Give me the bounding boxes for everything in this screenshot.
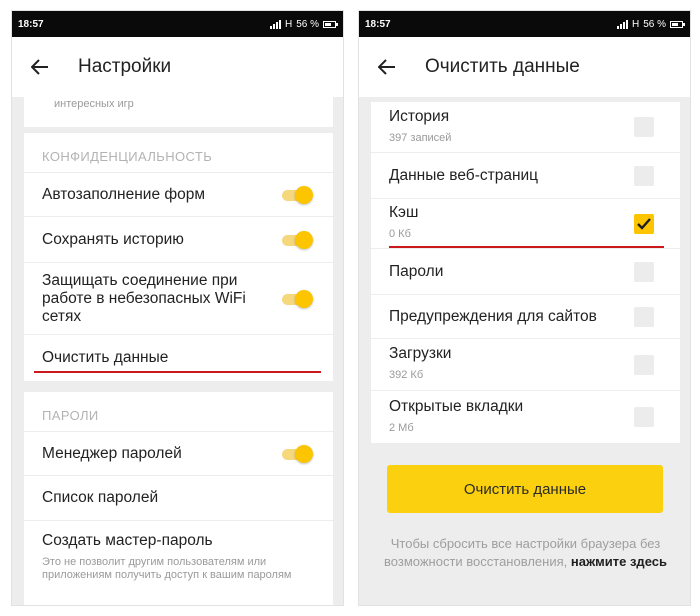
password-manager-label: Менеджер паролей <box>42 444 182 462</box>
downloads-row[interactable]: Загрузки 392 Кб <box>371 338 680 390</box>
privacy-section-header: КОНФИДЕНЦИАЛЬНОСТЬ <box>42 149 213 164</box>
open-tabs-size: 2 Мб <box>389 421 414 434</box>
autofill-label: Автозаполнение форм <box>42 185 206 203</box>
arrow-back-icon[interactable] <box>30 57 50 77</box>
cache-size: 0 Кб <box>389 228 411 240</box>
app-bar: Очистить данные <box>359 37 690 97</box>
signal-icon <box>269 19 281 29</box>
save-history-toggle[interactable] <box>281 230 313 249</box>
password-manager-toggle[interactable] <box>281 444 313 463</box>
save-history-row[interactable]: Сохранять историю <box>24 216 333 262</box>
network-type: H <box>631 18 640 30</box>
save-history-label: Сохранять историю <box>42 230 184 248</box>
open-tabs-row[interactable]: Открытые вкладки 2 Мб <box>371 390 680 443</box>
history-count: 397 записей <box>389 131 452 144</box>
passwords-card: ПАРОЛИ Менеджер паролей Список паролей С… <box>24 392 333 605</box>
site-warnings-checkbox[interactable] <box>634 306 654 327</box>
status-bar: 18:57 H 56 % <box>359 11 690 37</box>
downloads-size: 392 Кб <box>389 369 424 381</box>
web-data-label: Данные веб-страниц <box>389 166 539 184</box>
protect-wifi-row[interactable]: Защищать соединение при работе в небезоп… <box>24 262 333 334</box>
master-password-label: Создать мастер-пароль <box>42 532 213 549</box>
reset-settings-note: Чтобы сбросить все настройки браузера бе… <box>359 535 690 571</box>
site-warnings-label: Предупреждения для сайтов <box>389 307 597 325</box>
signal-icon <box>616 19 628 29</box>
master-password-note: Это не позволит другим пользователям или… <box>42 556 292 581</box>
clear-data-screen: 18:57 H 56 % Очистить данные История 397 … <box>358 10 691 606</box>
status-bar: 18:57 H 56 % <box>12 11 343 37</box>
status-time: 18:57 <box>365 18 391 30</box>
privacy-card: КОНФИДЕНЦИАЛЬНОСТЬ Автозаполнение форм С… <box>24 133 333 381</box>
downloads-checkbox[interactable] <box>634 354 654 375</box>
app-bar: Настройки <box>12 37 343 97</box>
history-checkbox[interactable] <box>634 117 654 137</box>
web-data-row[interactable]: Данные веб-страниц <box>371 152 680 198</box>
protect-wifi-label: Защищать соединение при работе в небезоп… <box>42 271 246 325</box>
passwords-checkbox[interactable] <box>634 261 654 282</box>
password-manager-row[interactable]: Менеджер паролей <box>24 431 333 475</box>
previous-section-fragment: интересных игр <box>54 98 134 110</box>
open-tabs-label: Открытые вкладки <box>389 397 524 415</box>
clear-data-button[interactable]: Очистить данные <box>387 465 663 513</box>
reset-settings-link[interactable]: нажмите здесь <box>571 554 667 569</box>
clear-options-card: История 397 записей Данные веб-страниц Кэ… <box>371 102 680 443</box>
cache-row[interactable]: Кэш 0 Кб <box>371 198 680 248</box>
clear-data-label: Очистить данные <box>42 348 169 366</box>
passwords-section-header: ПАРОЛИ <box>42 408 99 423</box>
network-type: H <box>284 18 293 30</box>
checkmark-icon <box>637 217 651 230</box>
site-warnings-row[interactable]: Предупреждения для сайтов <box>371 294 680 338</box>
cache-checkbox[interactable] <box>634 213 654 234</box>
highlight-underline <box>389 246 664 248</box>
passwords-label: Пароли <box>389 262 444 280</box>
highlight-underline <box>34 371 321 373</box>
battery-percent: 56 % <box>296 18 319 30</box>
autofill-toggle[interactable] <box>281 185 313 204</box>
cache-label: Кэш <box>389 204 419 221</box>
page-title: Настройки <box>78 56 172 77</box>
arrow-back-icon[interactable] <box>377 57 397 77</box>
history-row[interactable]: История 397 записей <box>371 102 680 152</box>
page-title: Очистить данные <box>425 56 580 77</box>
clear-data-row[interactable]: Очистить данные <box>24 334 333 380</box>
password-list-label: Список паролей <box>42 489 159 506</box>
settings-screen: 18:57 H 56 % Настройки интересных игр КО… <box>11 10 344 606</box>
battery-icon <box>670 20 685 28</box>
master-password-row[interactable]: Создать мастер-пароль Это не позволит др… <box>24 520 333 600</box>
passwords-row[interactable]: Пароли <box>371 248 680 294</box>
history-label: История <box>389 107 450 125</box>
protect-wifi-toggle[interactable] <box>281 289 313 308</box>
battery-icon <box>323 20 338 28</box>
status-time: 18:57 <box>18 18 44 30</box>
previous-section-card: интересных игр <box>24 97 333 127</box>
battery-percent: 56 % <box>643 18 666 30</box>
autofill-row[interactable]: Автозаполнение форм <box>24 172 333 216</box>
downloads-label: Загрузки <box>389 345 452 362</box>
password-list-row[interactable]: Список паролей <box>24 475 333 520</box>
open-tabs-checkbox[interactable] <box>634 407 654 427</box>
web-data-checkbox[interactable] <box>634 165 654 186</box>
